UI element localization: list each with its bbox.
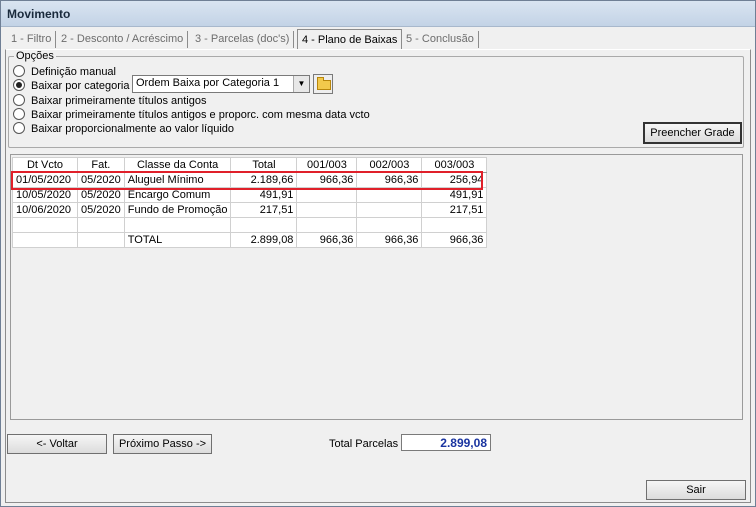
cell-classe[interactable] bbox=[123, 217, 232, 233]
cell-fat[interactable] bbox=[77, 217, 125, 233]
table-total-row[interactable]: TOTAL 2.899,08 966,36 966,36 966,36 bbox=[12, 232, 488, 248]
cell-001[interactable] bbox=[296, 187, 358, 203]
column-header[interactable]: 003/003 bbox=[421, 157, 488, 173]
cell-total[interactable]: 2.899,08 bbox=[230, 232, 298, 248]
cell-fat[interactable]: 05/2020 bbox=[77, 202, 125, 218]
radio-label: Baixar primeiramente títulos antigos e p… bbox=[31, 109, 370, 121]
tab-filtro[interactable]: 1 - Filtro bbox=[7, 31, 57, 48]
cell-002[interactable] bbox=[356, 187, 423, 203]
options-legend: Opções bbox=[14, 50, 56, 62]
total-parcelas-label: Total Parcelas bbox=[329, 438, 399, 450]
table-row[interactable]: 10/06/2020 05/2020 Fundo de Promoção 217… bbox=[12, 202, 488, 218]
cell-dt-vcto[interactable]: 01/05/2020 bbox=[12, 172, 78, 188]
cell-001[interactable] bbox=[296, 202, 358, 218]
exit-button[interactable]: Sair bbox=[646, 480, 746, 500]
next-step-button[interactable]: Próximo Passo -> bbox=[113, 434, 212, 454]
back-button[interactable]: <- Voltar bbox=[7, 434, 107, 454]
table-row[interactable]: 01/05/2020 05/2020 Aluguel Mínimo 2.189,… bbox=[12, 172, 488, 188]
cell-fat[interactable] bbox=[77, 232, 125, 248]
column-header[interactable]: Dt Vcto bbox=[12, 157, 78, 173]
cell-classe[interactable]: Encargo Comum bbox=[123, 187, 232, 203]
folder-icon bbox=[317, 77, 331, 90]
column-header[interactable]: 002/003 bbox=[356, 157, 423, 173]
radio-label: Baixar primeiramente títulos antigos bbox=[31, 95, 207, 107]
cell-dt-vcto[interactable] bbox=[12, 232, 78, 248]
fill-grid-button[interactable]: Preencher Grade bbox=[643, 122, 742, 144]
installments-grid: Dt Vcto Fat. Classe da Conta Total 001/0… bbox=[10, 154, 743, 420]
window-title: Movimento bbox=[7, 7, 71, 21]
cell-001[interactable] bbox=[296, 217, 358, 233]
cell-total[interactable] bbox=[230, 217, 298, 233]
cell-total[interactable]: 217,51 bbox=[230, 202, 298, 218]
cell-003[interactable] bbox=[421, 217, 488, 233]
radio-circle-icon[interactable] bbox=[13, 122, 25, 134]
open-folder-button[interactable] bbox=[313, 74, 333, 94]
cell-fat[interactable]: 05/2020 bbox=[77, 172, 125, 188]
radio-circle-icon[interactable] bbox=[13, 108, 25, 120]
grid-header-row: Dt Vcto Fat. Classe da Conta Total 001/0… bbox=[12, 157, 488, 173]
radio-definicao-manual[interactable]: Definição manual bbox=[13, 65, 116, 79]
radio-circle-icon[interactable] bbox=[13, 94, 25, 106]
cell-001[interactable]: 966,36 bbox=[296, 172, 358, 188]
radio-label: Baixar por categoria bbox=[31, 80, 130, 92]
table-row[interactable]: 10/05/2020 05/2020 Encargo Comum 491,91 … bbox=[12, 187, 488, 203]
column-header[interactable]: Total bbox=[230, 157, 298, 173]
total-parcelas-value: 2.899,08 bbox=[401, 434, 491, 451]
category-select[interactable]: Ordem Baixa por Categoria 1 ▼ bbox=[132, 75, 310, 93]
cell-fat[interactable]: 05/2020 bbox=[77, 187, 125, 203]
cell-classe[interactable]: Aluguel Mínimo bbox=[123, 172, 232, 188]
tab-parcelas[interactable]: 3 - Parcelas (doc's) bbox=[191, 31, 295, 48]
cell-dt-vcto[interactable]: 10/05/2020 bbox=[12, 187, 78, 203]
cell-002[interactable] bbox=[356, 217, 423, 233]
cell-003[interactable]: 966,36 bbox=[421, 232, 488, 248]
cell-003[interactable]: 217,51 bbox=[421, 202, 488, 218]
cell-dt-vcto[interactable]: 10/06/2020 bbox=[12, 202, 78, 218]
tab-desconto-acrescimo[interactable]: 2 - Desconto / Acréscimo bbox=[57, 31, 189, 48]
movimento-window: Movimento 1 - Filtro 2 - Desconto / Acré… bbox=[0, 0, 756, 507]
radio-label: Definição manual bbox=[31, 66, 116, 78]
cell-total[interactable]: 2.189,66 bbox=[230, 172, 298, 188]
cell-002[interactable]: 966,36 bbox=[356, 232, 423, 248]
cell-002[interactable]: 966,36 bbox=[356, 172, 423, 188]
cell-classe[interactable]: Fundo de Promoção bbox=[123, 202, 232, 218]
radio-baixar-por-categoria[interactable]: Baixar por categoria bbox=[13, 79, 129, 93]
table-row[interactable] bbox=[12, 217, 488, 233]
radio-selected-icon[interactable] bbox=[13, 79, 25, 91]
cell-dt-vcto[interactable] bbox=[12, 217, 78, 233]
column-header[interactable]: Fat. bbox=[77, 157, 125, 173]
cell-001[interactable]: 966,36 bbox=[296, 232, 358, 248]
cell-classe[interactable]: TOTAL bbox=[123, 232, 232, 248]
cell-003[interactable]: 256,94 bbox=[421, 172, 488, 188]
tab-plano-de-baixas[interactable]: 4 - Plano de Baixas bbox=[297, 29, 403, 50]
radio-titulos-antigos[interactable]: Baixar primeiramente títulos antigos bbox=[13, 94, 206, 108]
grid-table: Dt Vcto Fat. Classe da Conta Total 001/0… bbox=[12, 157, 488, 248]
cell-003[interactable]: 491,91 bbox=[421, 187, 488, 203]
category-select-value: Ordem Baixa por Categoria 1 bbox=[136, 77, 280, 89]
grid-body: Dt Vcto Fat. Classe da Conta Total 001/0… bbox=[12, 156, 741, 418]
chevron-down-icon[interactable]: ▼ bbox=[293, 76, 309, 92]
radio-circle-icon[interactable] bbox=[13, 65, 25, 77]
cell-002[interactable] bbox=[356, 202, 423, 218]
radio-label: Baixar proporcionalmente ao valor líquid… bbox=[31, 123, 235, 135]
radio-proporcional-valor-liquido[interactable]: Baixar proporcionalmente ao valor líquid… bbox=[13, 122, 234, 136]
column-header[interactable]: Classe da Conta bbox=[123, 157, 232, 173]
radio-titulos-antigos-proporc[interactable]: Baixar primeiramente títulos antigos e p… bbox=[13, 108, 370, 122]
column-header[interactable]: 001/003 bbox=[296, 157, 358, 173]
tab-conclusao[interactable]: 5 - Conclusão bbox=[402, 31, 479, 48]
title-bar: Movimento bbox=[1, 1, 755, 27]
cell-total[interactable]: 491,91 bbox=[230, 187, 298, 203]
